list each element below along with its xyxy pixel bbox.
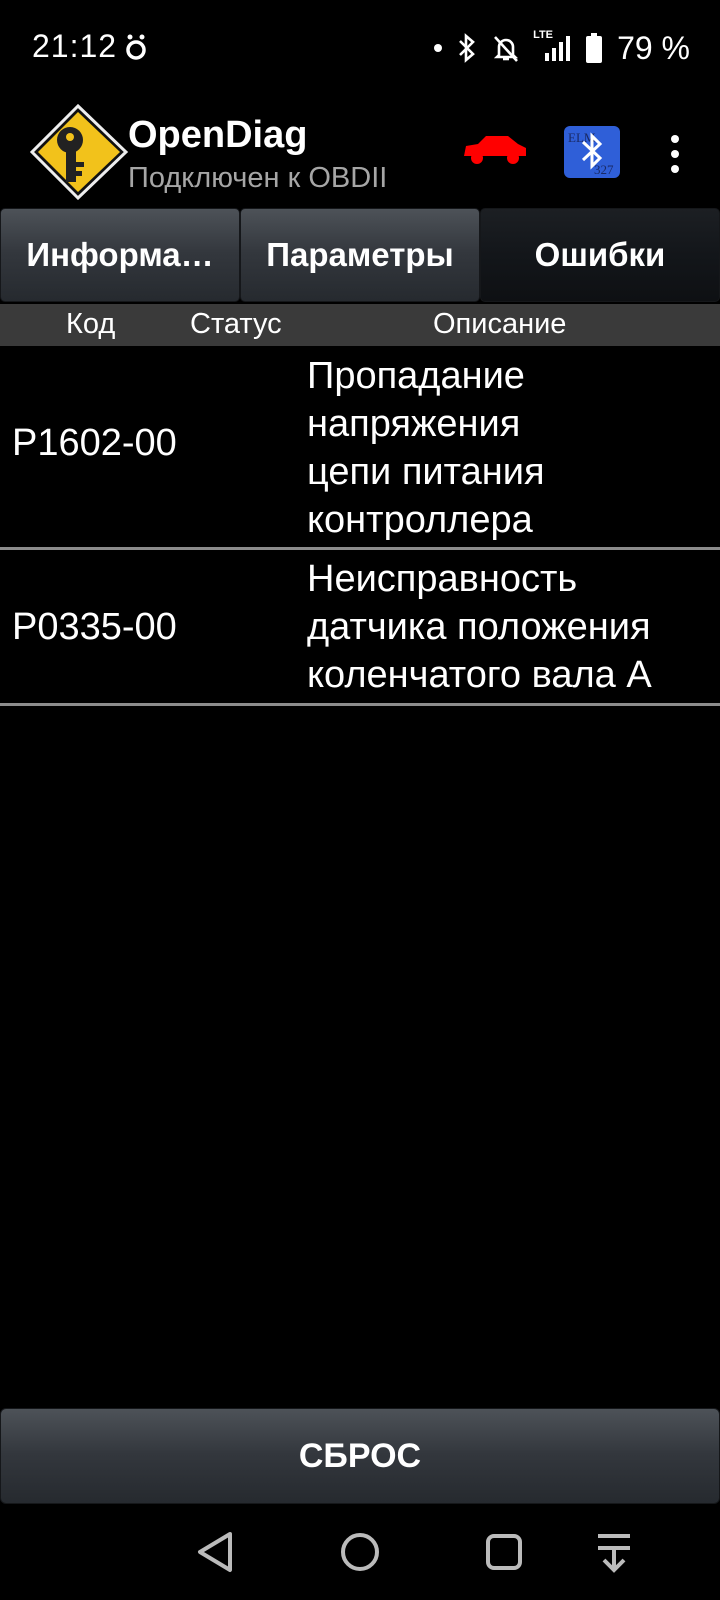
connection-status: Подключен к OBDII — [128, 162, 388, 194]
battery-icon — [585, 33, 603, 63]
back-icon[interactable] — [194, 1530, 238, 1574]
app-logo-icon — [29, 103, 130, 201]
recents-icon[interactable] — [482, 1530, 526, 1574]
description-line: коленчатого вала А — [307, 654, 652, 696]
home-icon[interactable] — [338, 1530, 382, 1574]
description-line: цепи питания — [307, 451, 545, 493]
description-line: Пропадание — [307, 355, 525, 397]
table-row[interactable]: P0335-00 Неисправность датчика положения… — [0, 550, 720, 706]
hide-nav-icon[interactable] — [592, 1530, 636, 1574]
car-status-icon[interactable] — [462, 134, 528, 169]
table-row[interactable]: P1602-00 Пропадание напряжения цепи пита… — [0, 346, 720, 550]
mute-icon — [491, 33, 521, 63]
notification-icon — [124, 34, 148, 67]
status-time: 21:12 — [32, 28, 118, 64]
app-bar: OpenDiag Подключен к OBDII ELM 327 — [0, 96, 720, 206]
description-line: датчика положения — [307, 606, 651, 648]
dtc-code: P0335-00 — [12, 606, 177, 648]
dtc-description: Пропадание напряжения цепи питания контр… — [307, 352, 545, 544]
table-header: Код Статус Описание — [0, 304, 720, 346]
tab-bar: Информа… Параметры Ошибки — [0, 208, 720, 304]
system-nav-bar — [0, 1504, 720, 1600]
dot-icon — [433, 43, 443, 53]
tab-parameters[interactable]: Параметры — [240, 208, 480, 302]
status-icons: LTE 79 % — [433, 28, 690, 68]
reset-button[interactable]: СБРОС — [0, 1408, 720, 1504]
description-line: Неисправность — [307, 558, 578, 600]
svg-text:327: 327 — [594, 162, 614, 177]
app-title: OpenDiag — [128, 114, 308, 156]
header-code: Код — [66, 308, 116, 340]
description-line: контроллера — [307, 499, 533, 541]
status-bar: 21:12 LTE 79 % — [0, 0, 720, 96]
tab-errors[interactable]: Ошибки — [480, 208, 720, 302]
battery-percent: 79 % — [617, 29, 690, 66]
dtc-code: P1602-00 — [12, 422, 177, 464]
description-line: напряжения — [307, 403, 521, 445]
bluetooth-adapter-icon[interactable]: ELM 327 — [564, 126, 620, 178]
network-label: LTE — [533, 29, 554, 41]
header-description: Описание — [433, 308, 567, 340]
dtc-description: Неисправность датчика положения коленчат… — [307, 555, 652, 699]
bluetooth-icon — [457, 33, 477, 63]
tab-information[interactable]: Информа… — [0, 208, 240, 302]
overflow-menu-icon[interactable] — [660, 126, 690, 182]
signal-icon: LTE — [533, 29, 571, 63]
header-status: Статус — [190, 308, 282, 340]
